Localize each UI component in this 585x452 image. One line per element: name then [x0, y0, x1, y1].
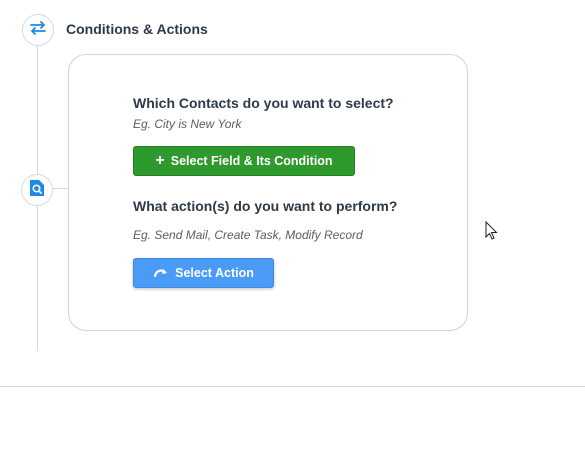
- actions-hint: Eg. Send Mail, Create Task, Modify Recor…: [133, 228, 363, 242]
- contacts-hint: Eg. City is New York: [133, 117, 242, 131]
- contacts-question: Which Contacts do you want to select?: [133, 95, 394, 111]
- conditions-step-node: [22, 14, 54, 46]
- select-field-button[interactable]: + Select Field & Its Condition: [133, 146, 355, 176]
- section-title: Conditions & Actions: [66, 21, 208, 37]
- page-divider: [0, 386, 585, 387]
- select-action-button[interactable]: Select Action: [133, 258, 274, 288]
- plus-icon: +: [155, 152, 165, 169]
- mouse-pointer-icon: [485, 220, 499, 246]
- select-field-button-label: Select Field & Its Condition: [170, 154, 333, 168]
- select-action-button-label: Select Action: [175, 266, 254, 280]
- redo-arrow-icon: [153, 266, 169, 280]
- actions-question: What action(s) do you want to perform?: [133, 198, 398, 214]
- document-search-icon: [29, 179, 45, 202]
- search-step-node: [21, 174, 53, 206]
- swap-arrows-icon: [29, 20, 47, 40]
